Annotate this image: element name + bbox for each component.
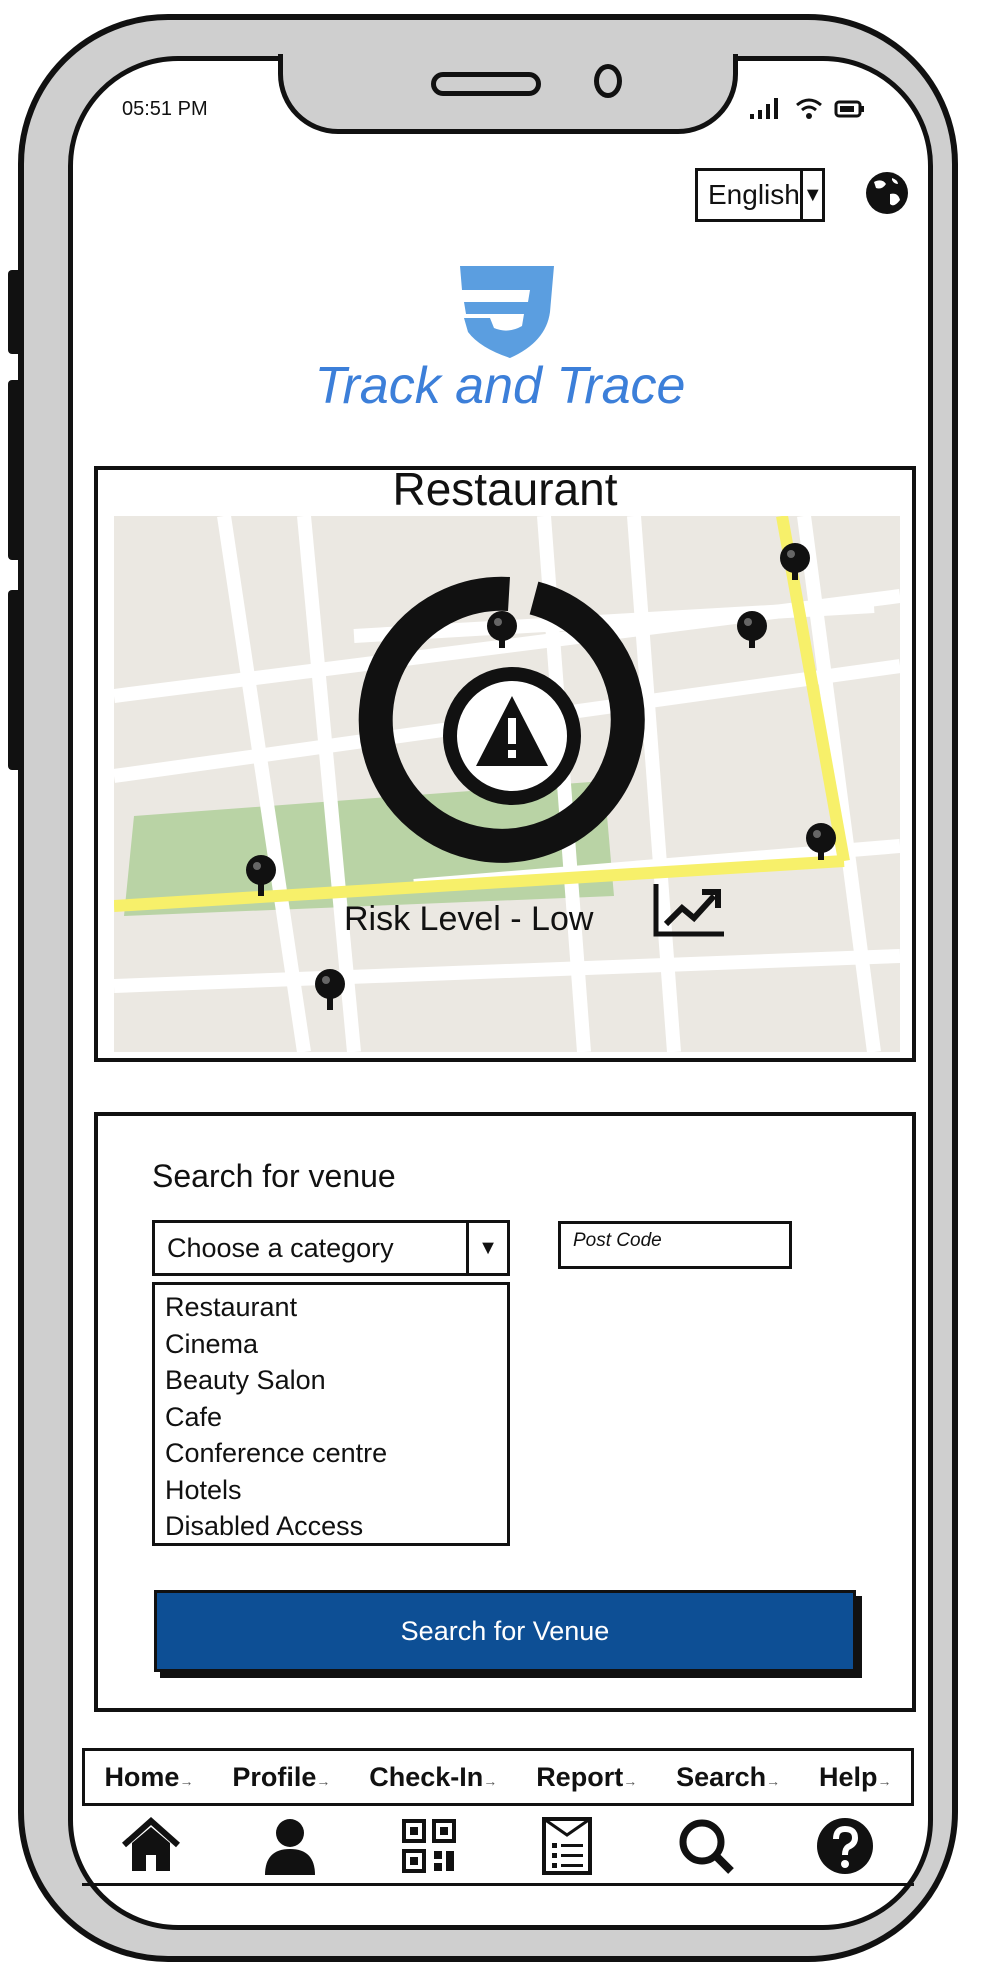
help-icon[interactable] (814, 1815, 876, 1877)
phone-side-button (8, 590, 22, 770)
qr-code-icon[interactable] (398, 1815, 460, 1877)
category-option[interactable]: Beauty Salon (165, 1362, 497, 1399)
language-select[interactable]: English ▼ (695, 168, 825, 222)
nav-home-link[interactable]: Home→ (104, 1762, 193, 1793)
risk-level-text: Risk Level - Low (344, 900, 594, 938)
nav-search-link[interactable]: Search→ (676, 1762, 780, 1793)
search-icon[interactable] (675, 1815, 737, 1877)
category-options-list: Restaurant Cinema Beauty Salon Cafe Conf… (152, 1282, 510, 1546)
search-venue-button[interactable]: Search for Venue (154, 1590, 856, 1672)
user-icon[interactable] (259, 1815, 321, 1877)
bottom-nav-labels: Home→ Profile→ Check-In→ Report→ Search→… (82, 1748, 914, 1806)
venue-title: Restaurant (392, 463, 618, 515)
nav-profile-link[interactable]: Profile→ (232, 1762, 330, 1793)
map-graphic (114, 516, 900, 1052)
bottom-nav-icons (82, 1808, 914, 1886)
map[interactable] (114, 516, 900, 1052)
battery-icon (834, 100, 864, 118)
category-select-value: Choose a category (167, 1232, 394, 1263)
category-option[interactable]: Disabled Access (165, 1508, 497, 1545)
status-icons (748, 96, 866, 120)
category-option[interactable]: Hotels (165, 1472, 497, 1509)
chevron-down-icon[interactable]: ▼ (799, 171, 823, 219)
logo-icon (460, 266, 554, 358)
phone-side-button (8, 270, 22, 354)
brand-title: Track and Trace (314, 357, 686, 415)
trend-chart-icon[interactable] (652, 880, 728, 938)
category-option[interactable]: Restaurant (165, 1289, 497, 1326)
wifi-icon (796, 98, 822, 119)
nav-report-link[interactable]: Report→ (536, 1762, 637, 1793)
search-heading: Search for venue (152, 1158, 396, 1194)
status-time: 05:51 PM (122, 98, 208, 120)
signal-icon (750, 98, 778, 119)
category-select[interactable]: Choose a category ▼ (152, 1220, 510, 1276)
category-option[interactable]: Cafe (165, 1399, 497, 1436)
camera-icon (594, 64, 622, 98)
chevron-down-icon[interactable]: ▼ (466, 1223, 507, 1273)
home-icon[interactable] (120, 1815, 182, 1877)
speaker-icon (431, 72, 541, 96)
postcode-input[interactable]: Post Code (558, 1221, 792, 1269)
phone-side-button (8, 380, 22, 560)
report-icon[interactable] (536, 1815, 598, 1877)
category-option[interactable]: Conference centre (165, 1435, 497, 1472)
category-option[interactable]: Cinema (165, 1326, 497, 1363)
nav-checkin-link[interactable]: Check-In→ (369, 1762, 497, 1793)
globe-icon[interactable] (864, 170, 910, 216)
language-value: English (708, 179, 800, 210)
nav-help-link[interactable]: Help→ (819, 1762, 892, 1793)
